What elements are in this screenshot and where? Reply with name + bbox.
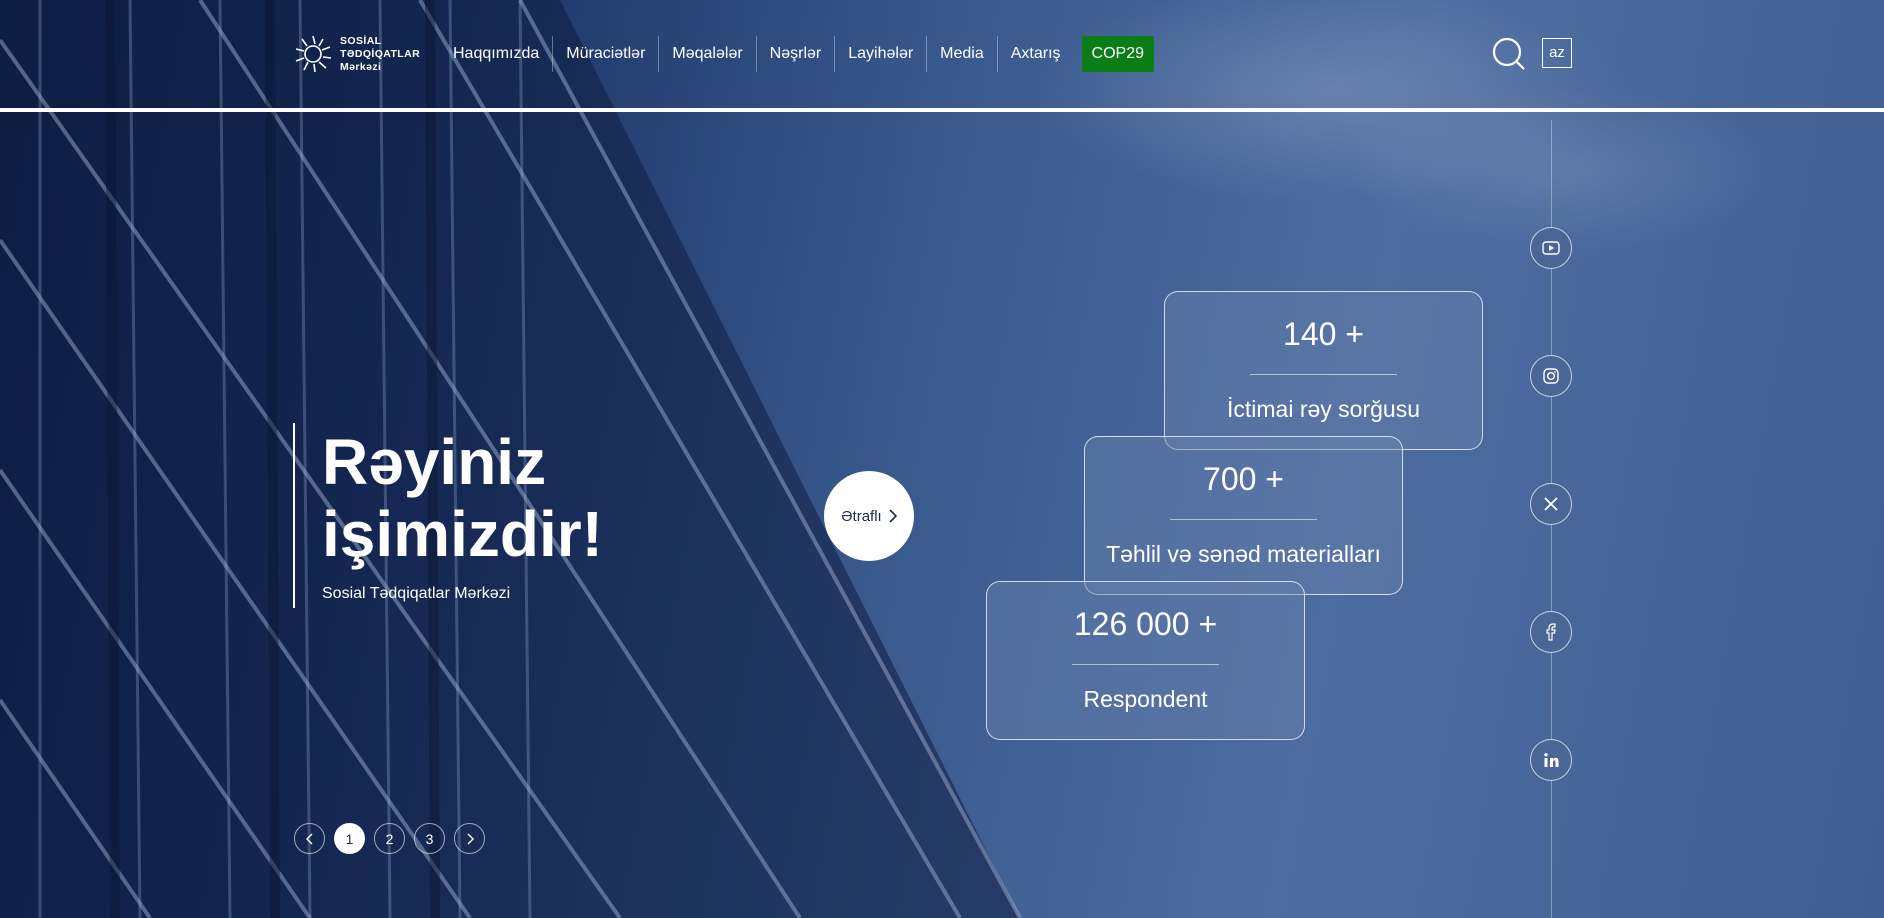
- logo-line2: TƏDQİQATLAR: [340, 47, 421, 60]
- search-button[interactable]: [1492, 37, 1526, 71]
- nav-item-media[interactable]: Media: [926, 36, 997, 72]
- facebook-link[interactable]: [1530, 611, 1572, 653]
- page-button-3[interactable]: 3: [414, 823, 445, 854]
- main-nav: Haqqımızda Müraciətlər Məqalələr Nəşrlər…: [440, 36, 1155, 72]
- nav-item-articles[interactable]: Məqalələr: [658, 36, 755, 72]
- x-link[interactable]: [1530, 483, 1572, 525]
- stat-divider: [1170, 519, 1317, 520]
- youtube-icon: [1542, 241, 1560, 255]
- page-button-1[interactable]: 1: [334, 823, 365, 854]
- logo-line3: Mərkəzi: [340, 60, 382, 73]
- hero-accent-bar: [293, 423, 295, 608]
- page-button-2[interactable]: 2: [374, 823, 405, 854]
- logo-text: SOSİAL TƏDQİQATLAR Mərkəzi: [340, 35, 420, 74]
- stat-card-respondents: 126 000 + Respondent: [986, 581, 1305, 740]
- instagram-link[interactable]: [1530, 355, 1572, 397]
- stat-value: 140 +: [1283, 316, 1364, 352]
- search-icon: [1492, 37, 1525, 70]
- slider-pagination: 1 2 3: [294, 823, 488, 854]
- linkedin-link[interactable]: [1530, 739, 1572, 781]
- hero-background: [0, 0, 1884, 918]
- stat-value: 126 000 +: [1073, 606, 1218, 642]
- hero-title-line1: Rəyiniz: [322, 426, 547, 498]
- chevron-right-icon: [889, 509, 897, 523]
- logo-line1: SOSİAL: [340, 34, 382, 47]
- hero-subtitle: Sosial Tədqiqatlar Mərkəzi: [322, 585, 511, 602]
- hero-title-line2: işimizdir!: [322, 498, 603, 570]
- more-button-label: Ətraflı: [841, 507, 882, 525]
- prev-slide-button[interactable]: [294, 823, 325, 854]
- youtube-link[interactable]: [1530, 227, 1572, 269]
- chevron-right-icon: [467, 833, 474, 844]
- site-logo[interactable]: SOSİAL TƏDQİQATLAR Mərkəzi: [293, 33, 423, 75]
- logo-emblem-icon: [295, 35, 332, 73]
- facebook-icon: [1546, 623, 1556, 641]
- hero-title: Rəyiniz işimizdir!: [322, 426, 603, 570]
- nav-item-projects[interactable]: Layihələr: [834, 36, 926, 72]
- stat-label: Təhlil və sənəd materialları: [1106, 541, 1381, 567]
- header-divider: [0, 108, 1884, 112]
- stat-card-surveys: 140 + İctimai rəy sorğusu: [1164, 291, 1483, 450]
- stat-divider: [1072, 664, 1219, 665]
- stat-divider: [1250, 374, 1397, 375]
- nav-item-publications[interactable]: Nəşrlər: [755, 36, 835, 72]
- stat-value: 700 +: [1203, 461, 1284, 497]
- stat-label: İctimai rəy sorğusu: [1226, 396, 1420, 422]
- next-slide-button[interactable]: [454, 823, 485, 854]
- more-button[interactable]: Ətraflı: [824, 471, 914, 561]
- site-header: SOSİAL TƏDQİQATLAR Mərkəzi Haqqımızda Mü…: [0, 0, 1884, 108]
- linkedin-icon: [1544, 753, 1559, 767]
- stat-label: Respondent: [1083, 686, 1208, 712]
- nav-item-search[interactable]: Axtarış: [996, 36, 1074, 72]
- building-glass-illustration: [0, 0, 1022, 918]
- nav-item-about[interactable]: Haqqımızda: [440, 36, 552, 72]
- chevron-left-icon: [305, 833, 312, 844]
- x-icon: [1544, 497, 1558, 511]
- stat-card-materials: 700 + Təhlil və sənəd materialları: [1084, 436, 1403, 595]
- nav-item-appeals[interactable]: Müraciətlər: [552, 36, 658, 72]
- nav-item-cop29[interactable]: COP29: [1081, 36, 1155, 72]
- instagram-icon: [1543, 368, 1559, 384]
- language-switch[interactable]: az: [1542, 38, 1572, 68]
